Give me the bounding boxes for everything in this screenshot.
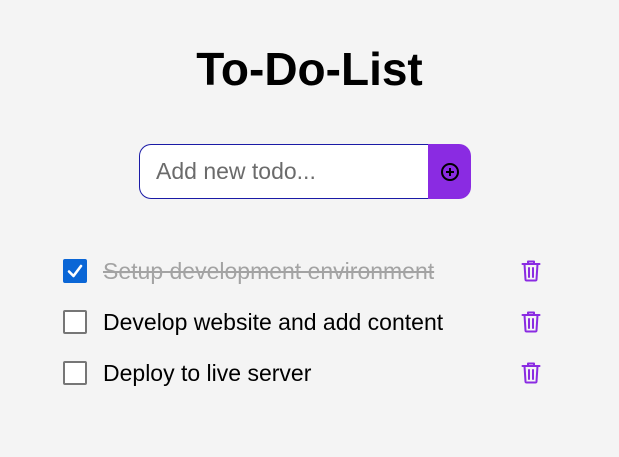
todo-text: Develop website and add content	[103, 308, 444, 335]
todo-text: Deploy to live server	[103, 359, 312, 386]
checkmark-icon	[67, 264, 83, 277]
delete-todo-button[interactable]	[520, 259, 542, 283]
trash-icon	[521, 311, 541, 332]
trash-icon	[521, 260, 541, 281]
todo-checkbox[interactable]	[63, 258, 87, 283]
delete-todo-button[interactable]	[520, 361, 542, 385]
add-todo-button[interactable]	[428, 144, 471, 199]
trash-icon	[521, 362, 541, 383]
todo-input[interactable]	[139, 144, 428, 199]
page-title: To-Do-List	[196, 43, 423, 95]
todo-text: Setup development environment	[103, 257, 435, 284]
todo-checkbox[interactable]	[63, 309, 87, 334]
delete-todo-button[interactable]	[520, 310, 542, 334]
todo-item: Develop website and add content	[63, 296, 553, 347]
todo-checkbox[interactable]	[63, 360, 87, 385]
add-todo-form	[139, 144, 471, 199]
todo-item: Setup development environment	[63, 245, 553, 296]
todo-list: Setup development environment Develop we…	[63, 245, 553, 398]
todo-item: Deploy to live server	[63, 347, 553, 398]
plus-circle-icon	[440, 162, 459, 181]
